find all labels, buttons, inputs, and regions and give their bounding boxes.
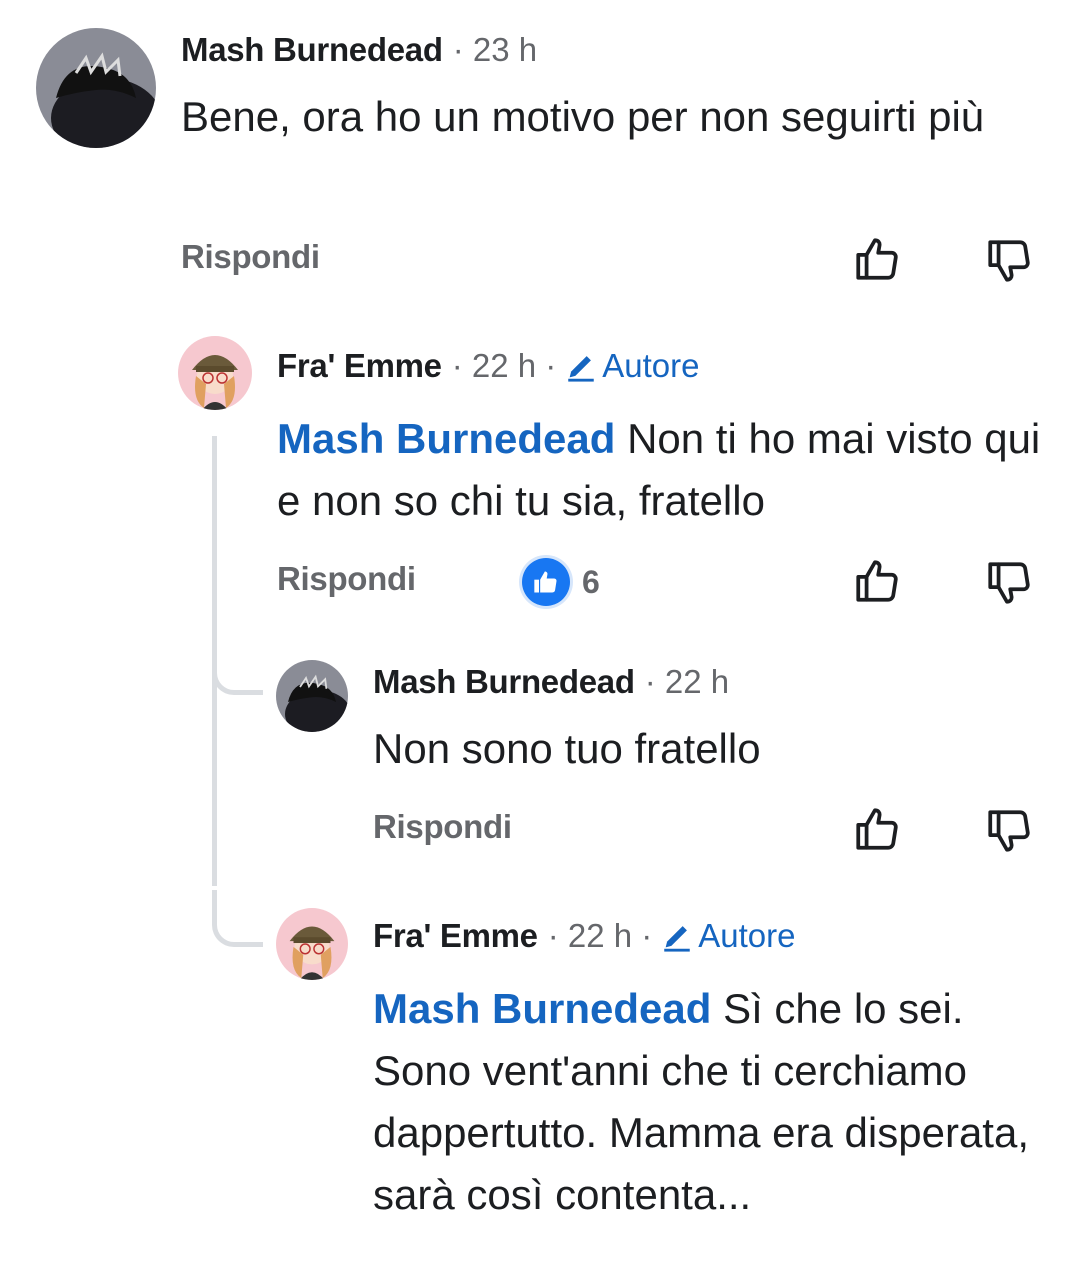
author-name[interactable]: Fra' Emme	[373, 917, 538, 955]
thumb-down-outline-icon[interactable]	[984, 806, 1034, 856]
thread-connector-line-lower	[212, 686, 217, 886]
author-badge-label: Autore	[602, 347, 700, 384]
avatar-image	[36, 28, 156, 148]
avatar-fra-emme[interactable]	[276, 908, 348, 980]
comment-text-content: Bene, ora ho un motivo per non seguirti …	[181, 93, 985, 140]
comment-thread: Mash Burnedead · 23 h Bene, ora ho un mo…	[0, 0, 1080, 1286]
like-reaction-icon	[522, 558, 570, 606]
author-name[interactable]: Mash Burnedead	[181, 31, 443, 69]
comment-header: Fra' Emme · 22 h · Autore	[277, 344, 700, 388]
author-badge: Autore	[660, 917, 796, 955]
comment-timestamp: · 22 h	[644, 663, 730, 700]
reply-button[interactable]: Rispondi	[373, 808, 512, 846]
comment-timestamp: · 23 h	[452, 31, 538, 68]
comment-header: Fra' Emme · 22 h · Autore	[373, 914, 796, 958]
reply-button[interactable]: Rispondi	[277, 560, 416, 598]
thread-branch-curve-lower	[212, 890, 263, 947]
comment-text: Mash Burnedead Non ti ho mai visto qui e…	[277, 408, 1047, 532]
comment-text: Mash Burnedead Sì che lo sei. Sono vent'…	[373, 978, 1043, 1226]
avatar-mash-burnedead[interactable]	[276, 660, 348, 732]
avatar-image	[276, 908, 348, 980]
author-name[interactable]: Fra' Emme	[277, 347, 442, 385]
avatar-image	[276, 660, 348, 732]
avatar-mash-burnedead[interactable]	[36, 28, 156, 148]
comment-header: Mash Burnedead · 23 h	[181, 28, 537, 72]
pencil-icon	[664, 926, 691, 952]
comment-text: Non sono tuo fratello	[373, 718, 1053, 780]
comment-header: Mash Burnedead · 22 h	[373, 660, 729, 704]
author-name[interactable]: Mash Burnedead	[373, 663, 635, 701]
thumb-down-outline-icon[interactable]	[984, 558, 1034, 608]
thumb-up-outline-icon[interactable]	[852, 556, 902, 606]
avatar-image	[178, 336, 252, 410]
thumb-up-outline-icon[interactable]	[852, 234, 902, 284]
reaction-count: 6	[582, 563, 600, 600]
comment-timestamp: · 22 h ·	[547, 917, 653, 954]
thumb-down-outline-icon[interactable]	[984, 236, 1034, 286]
mention-link[interactable]: Mash Burnedead	[277, 415, 615, 462]
thumb-up-outline-icon[interactable]	[852, 804, 902, 854]
mention-link[interactable]: Mash Burnedead	[373, 985, 711, 1032]
author-badge-label: Autore	[698, 917, 796, 954]
thread-branch-curve	[212, 640, 263, 695]
reaction-summary[interactable]: 6	[522, 558, 600, 606]
author-badge: Autore	[564, 347, 700, 385]
comment-text: Bene, ora ho un motivo per non seguirti …	[181, 86, 1041, 148]
comment-timestamp: · 22 h ·	[451, 347, 557, 384]
comment-text-content: Non sono tuo fratello	[373, 725, 761, 772]
avatar-fra-emme[interactable]	[178, 336, 252, 410]
pencil-icon	[568, 356, 595, 382]
reply-button[interactable]: Rispondi	[181, 238, 320, 276]
